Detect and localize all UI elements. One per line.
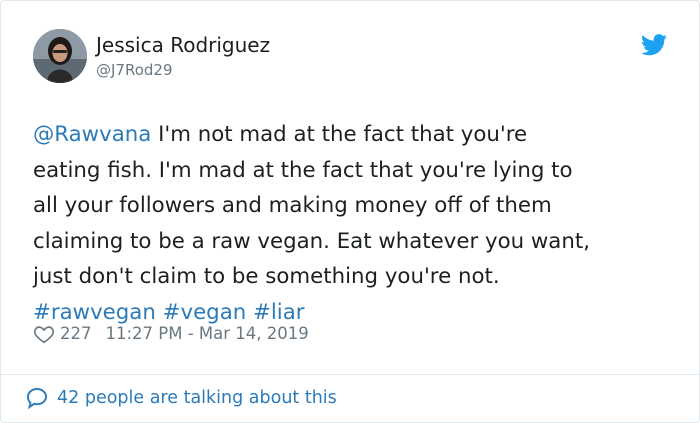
tweet-line: all your followers and making money off … [33,193,552,219]
tweet-text: @Rawvana I'm not mad at the fact that yo… [33,117,673,331]
like-count[interactable]: 227 [60,323,92,345]
timestamp[interactable]: 11:27 PM - Mar 14, 2019 [106,323,309,345]
conversation-link[interactable]: 42 people are talking about this [25,386,337,410]
hashtag-link[interactable]: #liar [253,300,305,325]
hashtag-link[interactable]: #rawvegan [33,300,156,325]
profile-photo-icon [33,29,87,83]
display-name[interactable]: Jessica Rodriguez [96,33,270,57]
avatar[interactable] [33,29,87,83]
tweet-meta: 227 11:27 PM - Mar 14, 2019 [33,323,309,345]
tweet-card: Jessica Rodriguez @J7Rod29 @Rawvana I'm … [0,0,700,423]
hashtag-link[interactable]: #vegan [163,300,247,325]
tweet-line-text: I'm not mad at the fact that you're [151,122,528,147]
tweet-line: eating fish. I'm mad at the fact that yo… [33,157,573,183]
mention-link[interactable]: @Rawvana [33,122,151,147]
user-handle[interactable]: @J7Rod29 [96,60,270,80]
heart-icon[interactable] [33,323,55,345]
conversation-text: 42 people are talking about this [57,388,337,408]
tweet-line: just don't claim to be something you're … [33,264,500,290]
tweet-line: @Rawvana I'm not mad at the fact that yo… [33,117,673,153]
tweet-header: Jessica Rodriguez @J7Rod29 [33,29,673,89]
user-names: Jessica Rodriguez @J7Rod29 [96,33,270,80]
twitter-bird-icon[interactable] [641,34,667,56]
tweet-line: claiming to be a raw vegan. Eat whatever… [33,228,590,254]
speech-bubble-icon [25,386,49,410]
divider [1,374,699,375]
